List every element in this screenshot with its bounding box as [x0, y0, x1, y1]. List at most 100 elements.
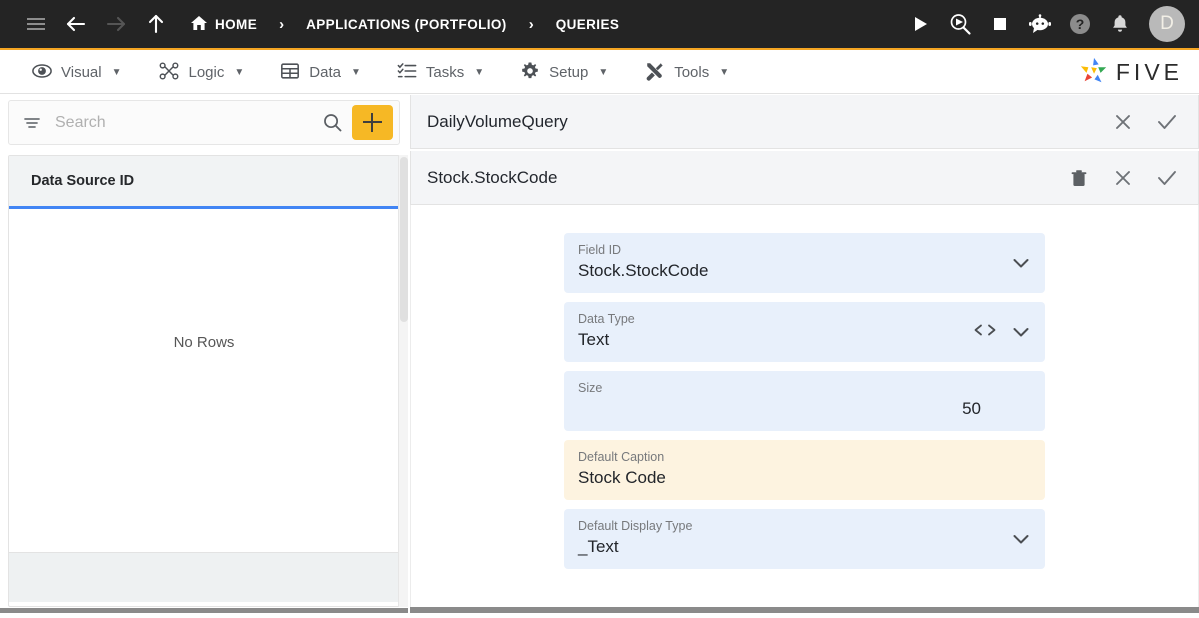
menu-item-tasks[interactable]: Tasks ▼ [379, 52, 502, 94]
form-field-id-icons [1011, 256, 1031, 270]
search-icon[interactable] [314, 112, 350, 133]
gear-icon [520, 61, 540, 85]
back-arrow-icon[interactable] [56, 4, 96, 44]
breadcrumb-label-queries: QUERIES [555, 16, 620, 32]
menu-icon[interactable] [16, 4, 56, 44]
grid-column-header-data-source-id[interactable]: Data Source ID [9, 156, 399, 209]
breadcrumb: HOME › APPLICATIONS (PORTFOLIO) › QUERIE… [184, 14, 625, 35]
topbar-action-group: ? D [903, 6, 1199, 42]
menu-item-visual[interactable]: Visual ▼ [14, 52, 140, 94]
avatar[interactable]: D [1149, 6, 1185, 42]
form-label-data-type: Data Type [578, 312, 635, 326]
top-navigation-bar: HOME › APPLICATIONS (PORTFOLIO) › QUERIE… [0, 0, 1199, 50]
breadcrumb-item-home[interactable]: HOME [184, 14, 263, 35]
check-icon[interactable] [1150, 161, 1184, 195]
grid-footer [9, 552, 399, 602]
home-icon [190, 14, 208, 35]
breadcrumb-item-queries[interactable]: QUERIES [550, 17, 626, 32]
eye-icon [32, 61, 52, 85]
form-data-type-icons [973, 323, 1031, 341]
debug-search-icon[interactable] [943, 7, 977, 41]
menu-item-tools[interactable]: Tools ▼ [626, 52, 747, 94]
close-icon[interactable] [1106, 161, 1140, 195]
query-header: DailyVolumeQuery [410, 95, 1199, 149]
application-window: HOME › APPLICATIONS (PORTFOLIO) › QUERIE… [0, 0, 1199, 618]
breadcrumb-label-applications: APPLICATIONS (PORTFOLIO) [306, 16, 507, 32]
menu-label-logic: Logic [188, 64, 225, 81]
grid-empty-message: No Rows [9, 209, 399, 552]
query-title: DailyVolumeQuery [427, 111, 568, 131]
delete-icon[interactable] [1062, 161, 1096, 195]
svg-text:?: ? [1076, 16, 1085, 32]
close-icon[interactable] [1106, 105, 1140, 139]
field-properties-form: Field ID Stock.StockCode Data Type Text [410, 205, 1199, 610]
menu-label-data: Data [309, 64, 341, 81]
form-field-default-caption[interactable]: Default Caption Stock Code [564, 440, 1045, 500]
search-input[interactable] [49, 113, 314, 132]
form-value-default-display-type: _Text [578, 537, 619, 556]
stop-icon[interactable] [983, 7, 1017, 41]
left-panel: Data Source ID No Rows [0, 95, 408, 613]
form-field-size[interactable]: Size 50 [564, 371, 1045, 431]
menu-label-tools: Tools [674, 64, 710, 81]
help-icon[interactable]: ? [1063, 7, 1097, 41]
form-field-default-display-type[interactable]: Default Display Type _Text [564, 509, 1045, 569]
plus-icon [363, 113, 382, 132]
form-label-default-display-type: Default Display Type [578, 519, 693, 533]
chevron-down-icon: ▼ [234, 67, 245, 78]
form-value-data-type: Text [578, 330, 610, 349]
play-icon[interactable] [903, 7, 937, 41]
breadcrumb-separator-2: › [528, 15, 534, 33]
field-header: Stock.StockCode [410, 151, 1199, 205]
scrollbar-thumb[interactable] [400, 157, 408, 322]
chevron-down-icon: ▼ [719, 67, 730, 78]
chevron-down-icon[interactable] [1011, 325, 1031, 339]
field-header-actions [1062, 161, 1184, 195]
chevron-down-icon: ▼ [111, 67, 122, 78]
chatbot-icon[interactable] [1023, 7, 1057, 41]
code-brackets-icon[interactable] [973, 323, 997, 341]
menu-label-setup: Setup [549, 64, 589, 81]
form-label-size: Size [578, 381, 603, 395]
chevron-down-icon: ▼ [350, 67, 361, 78]
up-arrow-icon[interactable] [136, 4, 176, 44]
table-icon [280, 61, 300, 85]
check-icon[interactable] [1150, 105, 1184, 139]
right-panel: DailyVolumeQuery Stock.StockCode Field I… [410, 95, 1199, 613]
form-label-field-id: Field ID [578, 243, 622, 257]
menu-item-logic[interactable]: Logic ▼ [140, 52, 263, 94]
form-value-default-caption: Stock Code [578, 468, 666, 487]
add-button[interactable] [352, 105, 393, 140]
chevron-down-icon: ▼ [474, 67, 485, 78]
logic-nodes-icon [158, 61, 180, 85]
menu-label-tasks: Tasks [425, 64, 465, 81]
nav-icon-group [0, 4, 176, 44]
form-field-field-id[interactable]: Field ID Stock.StockCode [564, 233, 1045, 293]
field-title: Stock.StockCode [427, 167, 558, 187]
breadcrumb-item-applications[interactable]: APPLICATIONS (PORTFOLIO) [300, 17, 513, 32]
left-panel-scrollbar[interactable] [398, 155, 408, 607]
query-header-actions [1106, 105, 1184, 139]
bell-icon[interactable] [1103, 7, 1137, 41]
five-pinwheel-logo-icon [1079, 55, 1109, 90]
form-value-field-id: Stock.StockCode [578, 261, 709, 280]
left-panel-bottom-scrollbar[interactable] [0, 608, 408, 613]
search-bar [8, 100, 400, 145]
breadcrumb-separator: › [279, 15, 285, 33]
menu-label-visual: Visual [61, 64, 102, 81]
filter-icon[interactable] [15, 113, 49, 133]
menu-item-setup[interactable]: Setup ▼ [502, 52, 626, 94]
form-default-display-type-icons [1011, 532, 1031, 546]
five-logo: FIVE [1079, 55, 1199, 90]
form-value-size: 50 [962, 399, 981, 418]
breadcrumb-label-home: HOME [215, 16, 258, 32]
form-field-data-type[interactable]: Data Type Text [564, 302, 1045, 362]
logo-text: FIVE [1115, 59, 1183, 85]
chevron-down-icon[interactable] [1011, 256, 1031, 270]
checklist-icon [397, 61, 417, 85]
chevron-down-icon[interactable] [1011, 532, 1031, 546]
right-panel-horizontal-scrollbar[interactable] [410, 607, 1199, 613]
forward-arrow-icon[interactable] [96, 4, 136, 44]
data-source-grid: Data Source ID No Rows [8, 155, 400, 607]
menu-item-data[interactable]: Data ▼ [262, 52, 379, 94]
